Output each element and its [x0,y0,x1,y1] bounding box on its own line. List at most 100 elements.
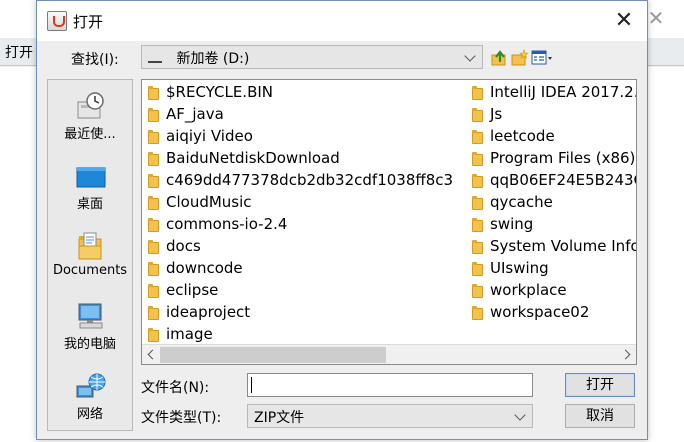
scroll-thumb[interactable] [160,347,386,363]
close-button[interactable]: ✕ [609,7,639,35]
list-item[interactable]: UIswing [472,258,636,280]
file-name: $RECYCLE.BIN [166,83,274,101]
folder-icon [472,196,483,210]
folder-icon [472,218,483,232]
list-item[interactable]: BaiduNetdiskDownload [148,148,468,170]
list-item[interactable]: $RECYCLE.BIN [148,82,468,104]
folder-icon [472,108,483,122]
file-name: Js [490,105,503,123]
list-item[interactable]: docs [148,236,468,258]
folder-icon [148,152,159,166]
place-label: 网络 [76,407,103,422]
list-item[interactable]: Program Files (x86) [472,148,636,170]
folder-icon [148,174,159,188]
folder-icon [472,262,483,276]
place-network[interactable]: 网络 [48,366,132,432]
desktop-icon [76,162,106,190]
file-name: downcode [166,259,243,277]
list-item[interactable]: AF_java [148,104,468,126]
chevron-down-icon [466,50,476,60]
folder-icon [148,284,159,298]
place-label: Documents [52,263,128,278]
file-name: BaiduNetdiskDownload [166,149,340,167]
filename-input[interactable] [247,373,533,397]
filetype-select[interactable]: ZIP文件 [247,404,533,428]
file-name: eclipse [166,281,219,299]
dialog-titlebar: 打开 ✕ [37,1,647,41]
new-folder-icon[interactable] [511,49,529,67]
place-label: 最近使... [64,127,116,142]
list-item[interactable]: eclipse [148,280,468,302]
filetype-value: ZIP文件 [254,410,305,426]
list-item[interactable]: leetcode [472,126,636,148]
folder-icon [148,218,159,232]
text-caret [251,377,252,393]
network-icon [76,372,106,400]
background-menu-open[interactable]: 打开 [5,42,33,62]
list-item[interactable]: aiqiyi Video [148,126,468,148]
lookin-combo[interactable]: 新加卷 (D:) [141,45,483,69]
list-item[interactable]: c469dd477378dcb2db32cdf1038ff8c3 [148,170,468,192]
folder-icon [148,262,159,276]
file-name: commons-io-2.4 [166,215,288,233]
folder-icon [148,108,159,122]
list-item[interactable]: downcode [148,258,468,280]
view-menu-icon[interactable] [531,49,553,67]
lookin-value: 新加卷 (D:) [172,51,250,67]
folder-icon [472,306,483,320]
folder-icon [148,86,159,100]
file-name: workspace02 [490,303,590,321]
folder-icon [472,240,483,254]
folder-icon [472,284,483,298]
folder-icon [148,130,159,144]
computer-icon [76,302,106,330]
dialog-title: 打开 [73,13,104,31]
file-name: aiqiyi Video [166,127,253,145]
file-name: workplace [490,281,567,299]
place-recent[interactable]: 最近使... [48,86,132,152]
folder-icon [148,196,159,210]
list-item[interactable]: ideaproject [148,302,468,324]
up-one-level-icon[interactable] [491,49,509,67]
documents-folder-icon [76,232,106,260]
place-computer[interactable]: 我的电脑 [48,296,132,362]
file-name: qycache [490,193,553,211]
cancel-button[interactable]: 取消 [565,404,635,428]
file-name: leetcode [490,127,555,145]
scroll-left-icon[interactable] [142,345,160,364]
horizontal-scrollbar[interactable] [142,344,636,364]
list-item[interactable]: swing [472,214,636,236]
folder-icon [472,130,483,144]
list-item[interactable]: workplace [472,280,636,302]
folder-icon [148,328,159,342]
list-item[interactable]: System Volume Infor [472,236,637,258]
file-name: c469dd477378dcb2db32cdf1038ff8c3 [166,171,454,189]
list-item[interactable]: workspace02 [472,302,636,324]
list-item[interactable]: commons-io-2.4 [148,214,468,236]
list-item[interactable]: CloudMusic [148,192,468,214]
list-item[interactable]: Js [472,104,636,126]
filename-label: 文件名(N): [141,380,210,396]
list-item[interactable]: IntelliJ IDEA 2017.2.5 [472,82,637,104]
file-name: CloudMusic [166,193,252,211]
scroll-right-icon[interactable] [618,345,636,364]
file-name: System Volume Infor [490,237,637,255]
places-sidebar: 最近使... 桌面 Documents 我的电脑 网络 [47,79,133,431]
place-documents[interactable]: Documents [48,226,132,292]
list-item[interactable]: qqB06EF24E5B243C1 [472,170,636,192]
place-desktop[interactable]: 桌面 [48,156,132,222]
lookin-label: 查找(I): [71,52,119,68]
drive-icon [148,58,162,63]
file-name: swing [490,215,534,233]
folder-icon [472,86,483,100]
file-name: IntelliJ IDEA 2017.2.5 [490,83,637,101]
list-item[interactable]: image [148,324,468,346]
folder-icon [148,306,159,320]
file-list[interactable]: $RECYCLE.BIN AF_java aiqiyi Video BaiduN… [141,79,637,365]
folder-icon [472,174,483,188]
list-item[interactable]: qycache [472,192,636,214]
open-button[interactable]: 打开 [565,373,635,397]
java-app-icon [47,11,67,31]
file-name: docs [166,237,201,255]
file-name: qqB06EF24E5B243C1 [490,171,636,189]
